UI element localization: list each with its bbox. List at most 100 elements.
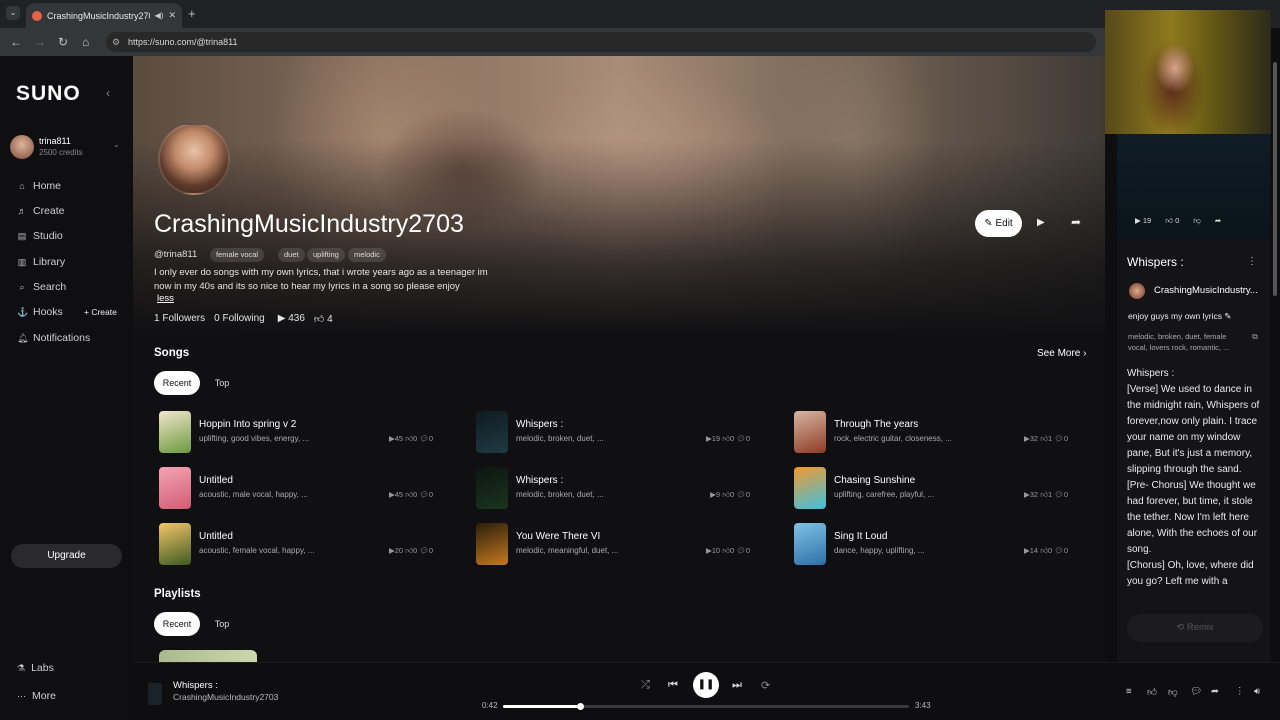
dislike-icon[interactable]: 👎︎ xyxy=(1168,686,1178,698)
panel-scrollbar[interactable] xyxy=(1273,62,1277,296)
like-stat[interactable]: 👍︎ 0 xyxy=(1165,216,1179,226)
pencil-icon[interactable]: ✎ xyxy=(1224,311,1231,321)
song-title[interactable]: Untitled xyxy=(199,475,233,486)
now-playing-artist[interactable]: CrashingMusicIndustry2703 xyxy=(173,692,278,702)
remix-button[interactable]: ⟲ Remix xyxy=(1127,614,1263,642)
song-title[interactable]: Whispers : xyxy=(516,419,563,430)
more-options-icon[interactable]: ⋮ xyxy=(1235,686,1245,697)
song-thumbnail[interactable] xyxy=(476,467,508,509)
song-card[interactable]: Through The years rock, electric guitar, … xyxy=(794,411,1094,455)
forward-icon[interactable]: → xyxy=(34,35,46,49)
play-profile-icon[interactable]: ▶ xyxy=(1037,217,1045,228)
song-card[interactable]: Sing It Loud dance, happy, uplifting, ...… xyxy=(794,523,1094,567)
share-icon[interactable]: ➦ xyxy=(1211,686,1219,697)
copy-icon[interactable]: ⧉ xyxy=(1252,332,1258,342)
home-browser-icon[interactable]: ⌂ xyxy=(82,35,89,49)
dislike-icon[interactable]: 👎︎ xyxy=(1193,216,1201,226)
now-playing-title[interactable]: Whispers : xyxy=(173,680,218,691)
back-icon[interactable]: ← xyxy=(10,35,22,49)
artist-name[interactable]: CrashingMusicIndustry... xyxy=(1154,285,1258,296)
artist-avatar[interactable] xyxy=(1129,283,1145,299)
sidebar-item-more[interactable]: ··· More xyxy=(17,690,56,702)
sidebar-item-studio[interactable]: ▤ Studio xyxy=(17,230,63,242)
url-input[interactable]: ⚙ https://suno.com/@trina811 xyxy=(106,32,1096,52)
close-tab-icon[interactable]: ✕ xyxy=(168,10,176,21)
tab-top[interactable]: Top xyxy=(207,371,237,395)
lyrics-line: [Verse] We used to dance in the midnight… xyxy=(1127,384,1260,475)
song-thumbnail[interactable] xyxy=(794,523,826,565)
sidebar-item-labs[interactable]: ⚗ Labs xyxy=(17,662,54,674)
like-icon[interactable]: 👍︎ xyxy=(1147,686,1157,698)
chevron-down-icon[interactable]: ⌄ xyxy=(113,140,120,149)
followers-link[interactable]: 1 Followers xyxy=(154,313,205,325)
playlist-card[interactable] xyxy=(159,650,257,662)
song-card[interactable]: Hoppin Into spring v 2 uplifting, good vi… xyxy=(159,411,459,455)
song-card[interactable]: Untitled acoustic, female vocal, happy, .… xyxy=(159,523,459,567)
song-card[interactable]: Whispers : melodic, broken, duet, ... ▶19 … xyxy=(476,411,776,455)
sidebar-item-notifications[interactable]: 🔔︎ Notifications xyxy=(17,332,90,344)
progress-knob[interactable] xyxy=(577,703,585,710)
sidebar-item-create[interactable]: ♬ Create xyxy=(17,205,65,217)
song-thumbnail[interactable] xyxy=(476,411,508,453)
now-playing-thumbnail[interactable] xyxy=(148,683,162,705)
see-more-link[interactable]: See More › xyxy=(1037,348,1086,359)
style-tag[interactable]: uplifting xyxy=(307,248,345,262)
bio-less-link[interactable]: less xyxy=(157,293,174,304)
sidebar-item-library[interactable]: ▥ Library xyxy=(17,256,65,268)
collapse-sidebar-icon[interactable]: ‹ xyxy=(106,86,110,100)
suno-logo[interactable]: SUNO xyxy=(16,82,81,106)
song-thumbnail[interactable] xyxy=(476,523,508,565)
share-icon[interactable]: ➦ xyxy=(1215,216,1221,226)
play-stat[interactable]: ▶ 19 xyxy=(1135,216,1151,226)
volume-icon[interactable]: 🔊︎ xyxy=(1254,686,1260,697)
sidebar-item-hooks[interactable]: ⚓ Hooks xyxy=(17,306,63,318)
comment-icon[interactable]: 💬︎ xyxy=(1190,686,1202,697)
site-info-icon[interactable]: ⚙ xyxy=(112,32,120,52)
song-thumbnail[interactable] xyxy=(159,523,191,565)
user-name[interactable]: trina811 xyxy=(39,136,71,146)
style-tag[interactable]: duet xyxy=(278,248,305,262)
audio-playing-icon[interactable]: ◀) xyxy=(155,11,164,20)
queue-icon[interactable]: ≡ xyxy=(1126,686,1132,697)
style-tag[interactable]: melodic xyxy=(348,248,386,262)
sidebar-item-home[interactable]: ⌂ Home xyxy=(17,180,61,192)
sidebar-item-search[interactable]: ⌕ Search xyxy=(17,281,66,293)
song-title[interactable]: Through The years xyxy=(834,419,918,430)
song-card[interactable]: Whispers : melodic, broken, duet, ... ▶9 👍… xyxy=(476,467,776,511)
shuffle-icon[interactable]: ⤮ xyxy=(641,679,650,692)
song-thumbnail[interactable] xyxy=(794,411,826,453)
previous-icon[interactable]: ⏮︎ xyxy=(668,679,678,692)
upgrade-button[interactable]: Upgrade xyxy=(11,544,122,568)
progress-bar[interactable] xyxy=(503,703,909,710)
song-card[interactable]: Chasing Sunshine uplifting, carefree, pla… xyxy=(794,467,1094,511)
next-icon[interactable]: ⏭︎ xyxy=(732,679,742,692)
pause-button[interactable]: ❚❚ xyxy=(693,672,719,698)
following-link[interactable]: 0 Following xyxy=(214,313,265,325)
hooks-create-button[interactable]: + Create xyxy=(84,307,117,317)
song-thumbnail[interactable] xyxy=(794,467,826,509)
song-title[interactable]: You Were There VI xyxy=(516,531,600,542)
repeat-icon[interactable]: ⟳ xyxy=(761,679,770,692)
song-thumbnail[interactable] xyxy=(159,411,191,453)
song-card[interactable]: You Were There VI melodic, meaningful, du… xyxy=(476,523,776,567)
share-icon[interactable]: ➦ xyxy=(1071,215,1081,229)
song-title[interactable]: Whispers : xyxy=(516,475,563,486)
song-title[interactable]: Hoppin Into spring v 2 xyxy=(199,419,296,430)
song-thumbnail[interactable] xyxy=(159,467,191,509)
song-card[interactable]: Untitled acoustic, male vocal, happy, ...… xyxy=(159,467,459,511)
avatar[interactable] xyxy=(10,135,34,159)
style-tag[interactable]: female vocal xyxy=(210,248,265,262)
playlist-tab-top[interactable]: Top xyxy=(207,612,237,636)
song-title[interactable]: Chasing Sunshine xyxy=(834,475,915,486)
more-options-icon[interactable]: ⋮ xyxy=(1247,256,1257,267)
browser-tab[interactable]: CrashingMusicIndustry2703 ◀) ✕ xyxy=(26,3,182,28)
playlist-tab-recent[interactable]: Recent xyxy=(154,612,200,636)
comment-count: 0 xyxy=(1063,490,1068,499)
new-tab-button[interactable]: + xyxy=(188,6,196,21)
song-title[interactable]: Untitled xyxy=(199,531,233,542)
song-title[interactable]: Sing It Loud xyxy=(834,531,887,542)
reload-icon[interactable]: ↻ xyxy=(58,35,68,49)
tab-recent[interactable]: Recent xyxy=(154,371,200,395)
tab-search-button[interactable]: ⌄ xyxy=(6,6,20,20)
edit-profile-button[interactable]: ✎ Edit xyxy=(975,210,1022,237)
